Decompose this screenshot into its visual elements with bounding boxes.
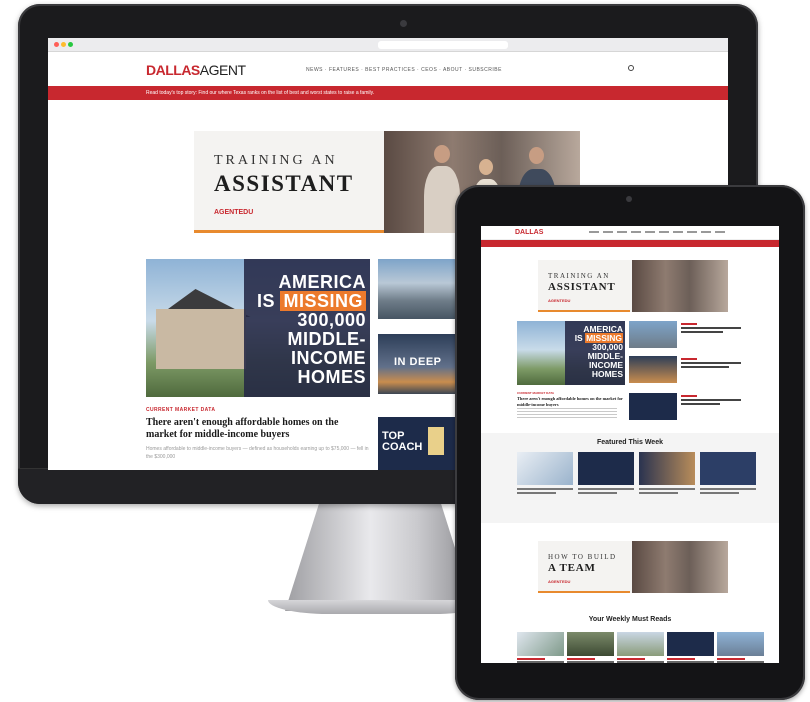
tablet-side-thumb[interactable] [629, 356, 677, 383]
thumb-overlay-line2: COACH [382, 441, 423, 453]
tablet-screen: DALLAS TRAINING AN ASSISTANT AGENTEDU AM… [481, 226, 779, 663]
address-bar[interactable] [378, 41, 508, 49]
tablet-side-teaser[interactable] [681, 358, 741, 372]
close-window-dot[interactable] [54, 42, 59, 47]
hero-line5: INCOME [291, 348, 366, 368]
thumb-overlay-text: TOP COACH [382, 431, 422, 453]
tablet-promo-photo [632, 260, 728, 312]
featured-card[interactable] [639, 452, 695, 494]
top-story-ribbon[interactable]: Read today's top story: Find our where T… [48, 86, 728, 100]
hero-line2: IS MISSING [250, 291, 366, 311]
site-header: DALLASAGENT NEWS · FEATURES · BEST PRACT… [48, 52, 728, 86]
team-promo-line1: HOW TO BUILD [548, 553, 617, 561]
featured-card[interactable] [578, 452, 634, 494]
promo-accent-bar [194, 230, 384, 233]
tablet-article-headline[interactable]: There aren't enough affordable homes on … [517, 396, 625, 407]
tablet-site-logo[interactable]: DALLAS [515, 229, 543, 236]
promo-brand: AGENTEDU [214, 209, 254, 216]
person-head [529, 147, 544, 164]
promo-line2: ASSISTANT [214, 171, 354, 196]
tablet-device: DALLAS TRAINING AN ASSISTANT AGENTEDU AM… [455, 185, 805, 700]
must-read-item[interactable] [517, 632, 564, 663]
must-reads-title: Your Weekly Must Reads [588, 616, 672, 623]
thumb-overlay-text: IN DEEP [394, 356, 442, 368]
hero-line1: AMERICA [278, 272, 366, 292]
hero-line2-pre: IS [256, 291, 281, 311]
tablet-promo-line2: ASSISTANT [548, 281, 616, 293]
tablet-site-header: DALLAS [481, 226, 779, 240]
hero-line4: MIDDLE- [287, 329, 366, 349]
tablet-team-promo[interactable]: HOW TO BUILD A TEAM AGENTEDU [538, 541, 728, 593]
must-read-item[interactable] [617, 632, 664, 663]
tablet-ribbon[interactable] [481, 240, 779, 247]
main-nav[interactable]: NEWS · FEATURES · BEST PRACTICES · CEOS … [306, 67, 502, 73]
tablet-promo-brand: AGENTEDU [548, 298, 571, 303]
team-promo-line2: A TEAM [548, 562, 596, 574]
promo-line1: TRAINING AN [214, 153, 338, 168]
tablet-hero-text: AMERICA IS MISSING 300,000 MIDDLE- INCOM… [567, 325, 623, 379]
must-read-item[interactable] [667, 632, 714, 663]
hero-article-image[interactable]: AMERICA IS MISSING 300,000 MIDDLE- INCOM… [146, 259, 370, 397]
hero-highlight: MISSING [280, 291, 366, 311]
tablet-promo-bar [538, 310, 630, 312]
hero-line3: 300,000 [297, 310, 366, 330]
tablet-training-promo[interactable]: TRAINING AN ASSISTANT AGENTEDU [538, 260, 728, 312]
logo-part1: DALLAS [146, 62, 200, 78]
team-promo-photo [632, 541, 728, 593]
hero-line6: HOMES [297, 367, 366, 387]
featured-card[interactable] [517, 452, 573, 494]
article-excerpt: Homes affordable to middle-income buyers… [146, 446, 369, 460]
person-head [479, 159, 493, 175]
thumb-cover [428, 427, 444, 455]
camera-icon [626, 196, 632, 202]
tablet-side-thumb[interactable] [629, 393, 677, 420]
article-headline[interactable]: There aren't enough affordable homes on … [146, 417, 370, 441]
tablet-hero-line2-pre: IS [574, 333, 586, 343]
tablet-hero-image[interactable]: AMERICA IS MISSING 300,000 MIDDLE- INCOM… [517, 321, 625, 385]
minimize-window-dot[interactable] [61, 42, 66, 47]
tablet-promo-line1: TRAINING AN [548, 272, 610, 280]
featured-section-title: Featured This Week [596, 439, 663, 446]
monitor-stand [285, 503, 475, 611]
team-promo-bar [538, 591, 630, 593]
house-shape [156, 309, 246, 369]
tablet-side-thumb[interactable] [629, 321, 677, 348]
tablet-hero-line6: HOMES [591, 369, 623, 379]
article-kicker[interactable]: CURRENT MARKET DATA [146, 407, 215, 413]
team-promo-brand: AGENTEDU [548, 579, 571, 584]
site-logo[interactable]: DALLASAGENT [146, 62, 246, 78]
tablet-main-nav[interactable] [589, 231, 729, 233]
logo-part2: AGENT [199, 62, 246, 78]
must-read-item[interactable] [717, 632, 764, 663]
search-icon[interactable] [628, 65, 634, 71]
camera-icon [400, 20, 407, 27]
person-head [434, 145, 450, 163]
hero-overlay-text: AMERICA IS MISSING 300,000 MIDDLE- INCOM… [250, 273, 366, 387]
device-mockup: DALLASAGENT NEWS · FEATURES · BEST PRACT… [0, 0, 810, 702]
tablet-side-teaser[interactable] [681, 395, 741, 409]
maximize-window-dot[interactable] [68, 42, 73, 47]
featured-card[interactable] [700, 452, 756, 494]
tablet-side-teaser[interactable] [681, 323, 741, 337]
browser-toolbar [48, 38, 728, 52]
tablet-article-kicker[interactable]: CURRENT MARKET DATA [517, 391, 554, 395]
tablet-article-excerpt [517, 408, 617, 418]
must-read-item[interactable] [567, 632, 614, 663]
